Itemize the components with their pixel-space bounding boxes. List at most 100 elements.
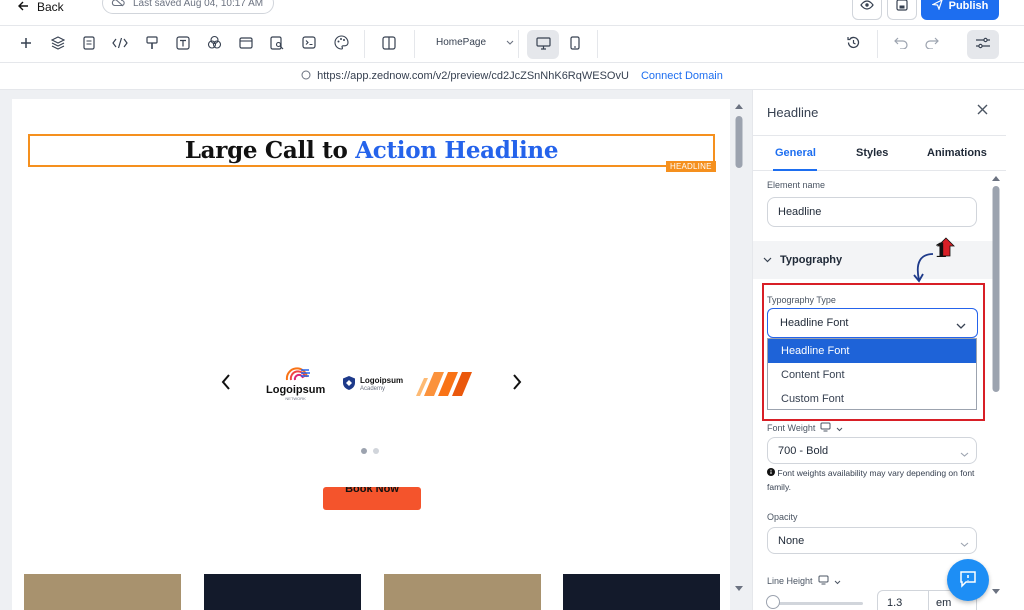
tab-general[interactable]: General (775, 147, 816, 159)
preview-button[interactable] (852, 0, 882, 20)
redo-icon (925, 37, 939, 52)
logo-academy-text: Logoipsum (360, 375, 404, 385)
page-selector[interactable]: HomePage (436, 37, 514, 48)
layers-icon (50, 35, 66, 53)
tab-animations[interactable]: Animations (927, 147, 987, 159)
line-height-slider[interactable] (769, 602, 863, 605)
editor-canvas-area: Large Call to Action Headline HEADLINE L… (0, 90, 752, 610)
chevron-down-icon (960, 448, 969, 460)
publish-label: Publish (948, 0, 989, 12)
toolbar-divider (877, 30, 878, 58)
last-saved-badge: Last saved Aug 04, 10:17 AM (102, 0, 275, 14)
globe-icon (301, 70, 311, 83)
feature-card (384, 574, 541, 610)
carousel-next-arrow[interactable] (509, 373, 525, 396)
canvas-scrollbar[interactable] (733, 100, 745, 600)
element-name-input[interactable]: Headline (767, 197, 977, 227)
terminal-icon (302, 36, 316, 52)
chevron-down-icon[interactable] (836, 421, 843, 435)
carousel-dot[interactable] (373, 448, 379, 454)
history-button[interactable] (843, 34, 863, 54)
line-height-label-row: Line Height (767, 574, 841, 588)
panel-scrollbar[interactable] (990, 173, 1002, 603)
line-height-slider-handle[interactable] (766, 595, 780, 609)
save-button[interactable] (887, 0, 917, 20)
undo-icon (894, 37, 908, 52)
chevron-down-icon (763, 254, 772, 266)
theme-button[interactable] (331, 34, 351, 54)
chevron-down-icon (960, 538, 969, 550)
brush-button[interactable] (142, 34, 162, 54)
search-document-icon (270, 35, 284, 53)
split-view-button[interactable] (379, 34, 399, 54)
feature-card (24, 574, 181, 610)
last-saved-text: Last saved Aug 04, 10:17 AM (133, 0, 264, 9)
preview-url[interactable]: https://app.zednow.com/v2/preview/cd2JcZ… (317, 70, 629, 82)
terminal-button[interactable] (299, 34, 319, 54)
code-button[interactable] (110, 34, 130, 54)
font-weight-select[interactable]: 700 - Bold (767, 437, 977, 464)
arrow-left-icon (18, 0, 29, 14)
typography-section-title: Typography (780, 254, 843, 266)
logo-academy-sub: Academy (360, 385, 386, 392)
monitor-icon[interactable] (818, 574, 829, 588)
add-element-button[interactable] (16, 34, 36, 54)
send-icon (930, 0, 943, 13)
text-button[interactable] (173, 34, 193, 54)
desktop-view-button[interactable] (527, 30, 559, 59)
element-name-label: Element name (767, 180, 826, 190)
undo-button[interactable] (891, 34, 911, 54)
redo-button[interactable] (922, 34, 942, 54)
chevron-down-icon (506, 37, 514, 48)
book-now-button[interactable]: Book Now (323, 487, 421, 510)
active-tab-indicator (773, 169, 817, 171)
columns-icon (382, 35, 396, 53)
toolbar-divider (518, 30, 519, 58)
headline-accent-text: Action Headline (355, 137, 559, 164)
editor-toolbar: HomePage (0, 26, 1024, 63)
tab-styles[interactable]: Styles (856, 147, 888, 159)
line-height-unit[interactable]: em (936, 597, 951, 609)
element-type-tag: HEADLINE (666, 161, 716, 172)
font-weight-note: Font weights availability may vary depen… (767, 468, 975, 492)
toolbar-divider (364, 30, 365, 58)
headline-text: Large Call to Action Headline (184, 137, 559, 164)
toolbar-divider (414, 30, 415, 58)
layers-button[interactable] (48, 34, 68, 54)
back-button[interactable]: Back (18, 0, 64, 14)
monitor-icon (535, 36, 551, 53)
paint-brush-icon (146, 35, 158, 53)
code-icon (112, 37, 128, 52)
eye-icon (860, 0, 874, 13)
document-icon (83, 35, 95, 53)
feature-card (204, 574, 361, 610)
logo-network-text: Logoipsum (266, 384, 326, 396)
mobile-view-button[interactable] (559, 30, 591, 59)
sections-button[interactable] (236, 34, 256, 54)
page-canvas: Large Call to Action Headline HEADLINE L… (12, 99, 730, 610)
carousel-dot[interactable] (361, 448, 367, 454)
close-panel-button[interactable] (977, 102, 988, 120)
phone-icon (570, 36, 580, 53)
headline-element[interactable]: Large Call to Action Headline (28, 134, 715, 167)
toolbar-divider (597, 30, 598, 58)
pages-button[interactable] (79, 34, 99, 54)
opacity-select[interactable]: None (767, 527, 977, 554)
line-height-value: 1.3 (887, 597, 903, 609)
monitor-icon[interactable] (820, 421, 831, 435)
chevron-down-icon[interactable] (834, 574, 841, 588)
settings-panel-toggle[interactable] (967, 30, 999, 59)
publish-button[interactable]: Publish (921, 0, 999, 20)
line-height-label: Line Height (767, 576, 813, 586)
chat-support-button[interactable] (947, 559, 989, 601)
sliders-icon (975, 37, 991, 52)
carousel-prev-arrow[interactable] (218, 373, 234, 396)
seo-button[interactable] (267, 34, 287, 54)
window-icon (239, 36, 253, 52)
history-icon (846, 35, 861, 53)
close-icon (977, 102, 988, 119)
text-icon (176, 35, 190, 53)
connect-domain-link[interactable]: Connect Domain (641, 70, 723, 82)
colors-button[interactable] (204, 34, 224, 54)
circles-icon (207, 35, 222, 53)
